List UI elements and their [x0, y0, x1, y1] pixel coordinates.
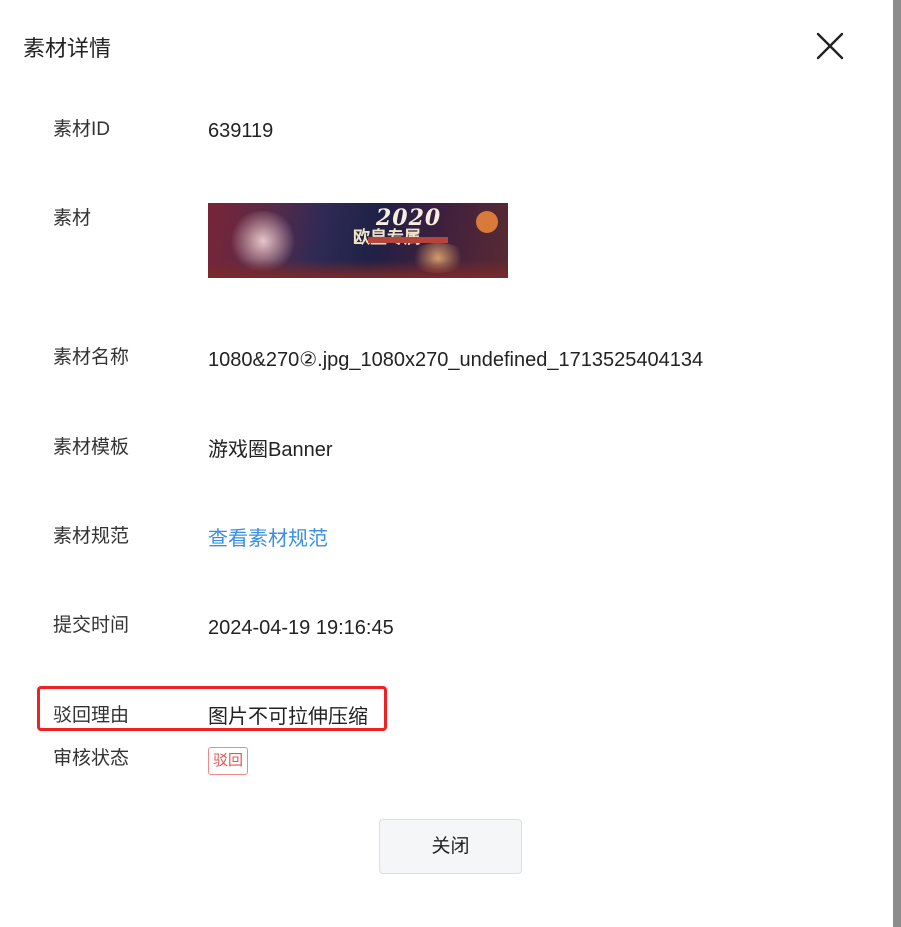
- material-label: 素材: [53, 208, 92, 229]
- page-scrollbar[interactable]: [893, 0, 901, 927]
- thumbnail-lantern: [476, 211, 498, 233]
- thumbnail-tagline-bar: [368, 237, 448, 243]
- material-spec-label: 素材规范: [53, 526, 130, 547]
- dialog-title: 素材详情: [23, 36, 112, 61]
- close-icon[interactable]: [814, 30, 846, 62]
- thumbnail-slogan-text: 欧皇专属: [353, 223, 421, 248]
- material-name-label: 素材名称: [53, 347, 130, 368]
- close-button[interactable]: 关闭: [379, 819, 522, 874]
- material-template-value: 游戏圈Banner: [208, 439, 333, 461]
- material-id-value: 639119: [208, 120, 274, 142]
- material-detail-dialog: 素材详情 素材ID 639119 素材 2020 欧皇专属 素材名称 1080&…: [0, 0, 893, 927]
- material-id-label: 素材ID: [53, 119, 111, 140]
- material-thumbnail[interactable]: 2020 欧皇专属: [208, 203, 508, 278]
- reject-reason-highlight: [37, 686, 387, 731]
- status-badge: 驳回: [208, 747, 249, 775]
- submit-time-value: 2024-04-19 19:16:45: [208, 617, 394, 639]
- thumbnail-ground: [208, 260, 508, 278]
- material-template-label: 素材模板: [53, 437, 130, 458]
- review-status-label: 审核状态: [53, 748, 130, 769]
- material-name-value: 1080&270②.jpg_1080x270_undefined_1713525…: [208, 349, 704, 371]
- view-spec-link[interactable]: 查看素材规范: [208, 525, 328, 553]
- submit-time-label: 提交时间: [53, 615, 130, 636]
